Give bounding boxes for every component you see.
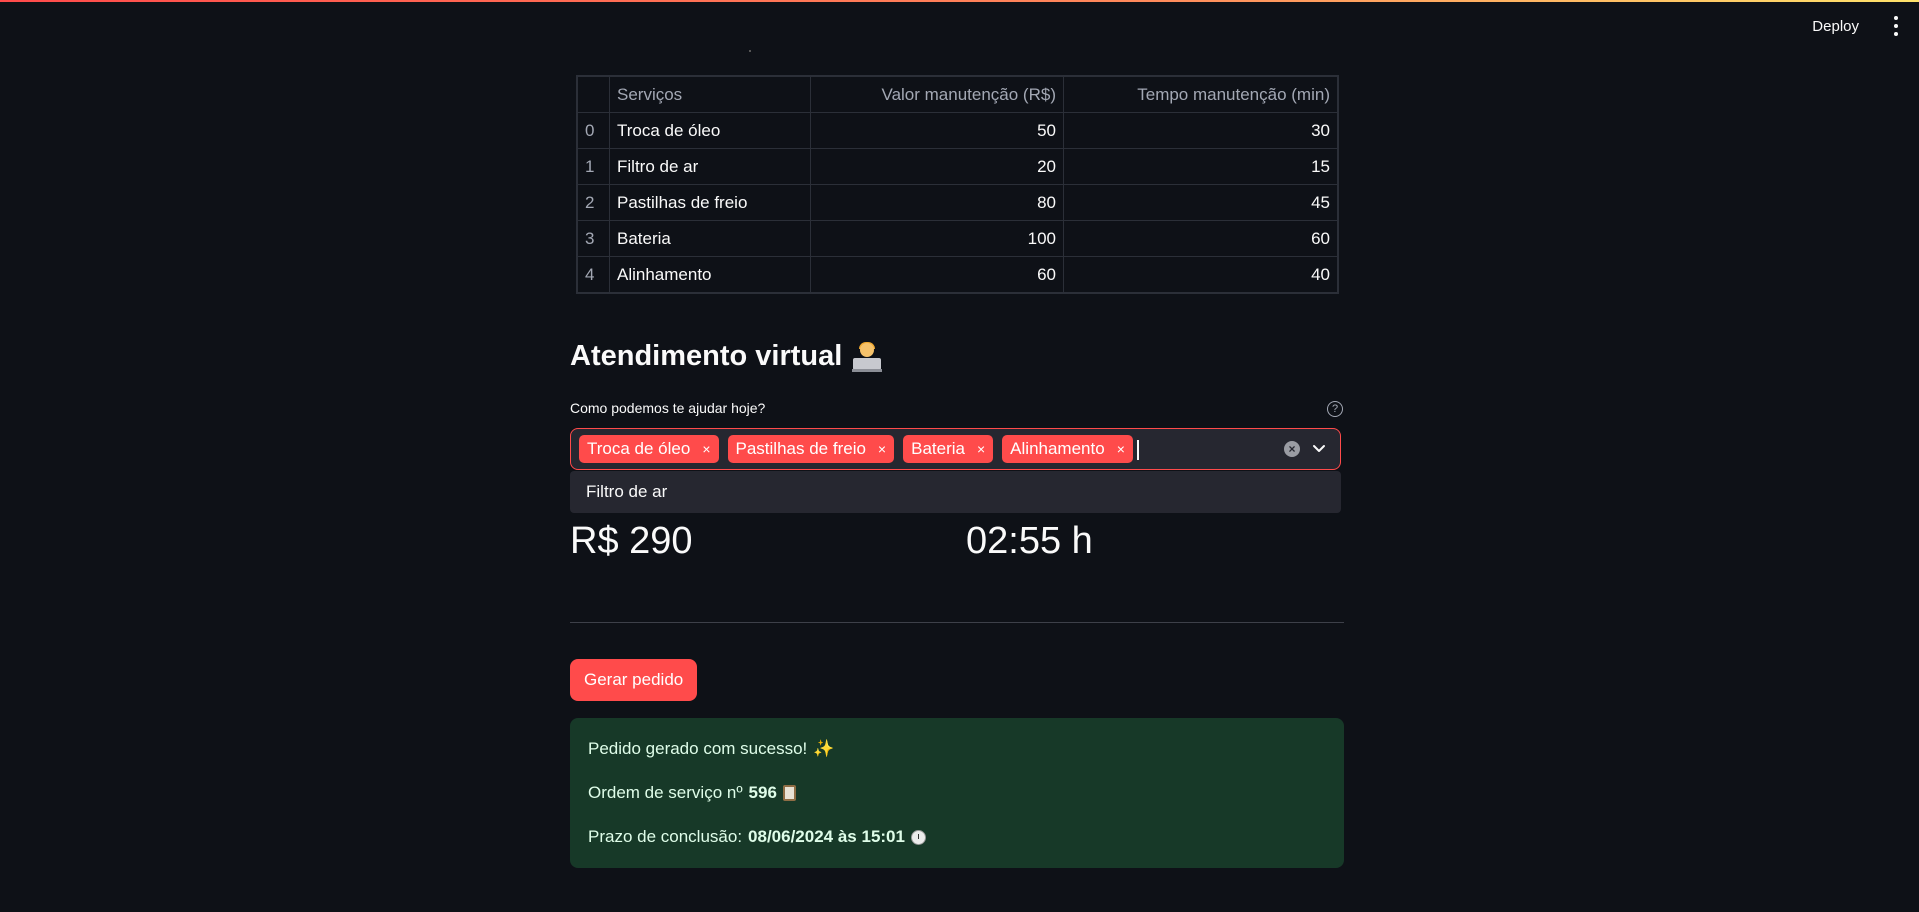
technologist-icon [852, 341, 883, 372]
app-header: Deploy [0, 0, 1919, 52]
selected-chip: Bateria × [903, 435, 994, 463]
row-service: Pastilhas de freio [609, 184, 811, 221]
deadline-line: Prazo de conclusão: 08/06/2024 às 15:01 [588, 827, 926, 847]
order-number: 596 [748, 783, 777, 802]
success-message: Pedido gerado com sucesso! [588, 739, 808, 758]
remove-chip-icon[interactable]: × [878, 441, 886, 457]
generate-order-button[interactable]: Gerar pedido [570, 659, 698, 701]
sparkles-icon: ✨ [813, 739, 835, 758]
table-row: 3 Bateria 100 60 [577, 220, 1338, 257]
row-index: 3 [577, 220, 610, 257]
selected-chip: Troca de óleo × [579, 435, 719, 463]
stray-dot [749, 50, 751, 52]
row-time: 45 [1063, 184, 1338, 221]
table-row: 0 Troca de óleo 50 30 [577, 112, 1338, 149]
chip-label: Pastilhas de freio [735, 439, 866, 458]
table-row: 4 Alinhamento 60 40 [577, 256, 1338, 293]
divider [570, 622, 1344, 623]
table-row: 2 Pastilhas de freio 80 45 [577, 184, 1338, 221]
deadline-label: Prazo de conclusão: [588, 827, 743, 846]
main-menu-icon[interactable] [1891, 16, 1901, 36]
index-header [577, 76, 610, 113]
dropdown-option[interactable]: Filtro de ar [586, 482, 667, 502]
selected-chip: Alinhamento × [1002, 435, 1133, 463]
row-index: 1 [577, 148, 610, 185]
remove-chip-icon[interactable]: × [977, 441, 985, 457]
section-title: Atendimento virtual [570, 340, 883, 373]
section-title-text: Atendimento virtual [570, 340, 843, 372]
remove-chip-icon[interactable]: × [1117, 441, 1125, 457]
row-index: 4 [577, 256, 610, 293]
row-value: 60 [810, 256, 1064, 293]
row-value: 50 [810, 112, 1064, 149]
row-service: Bateria [609, 220, 811, 257]
success-line: Pedido gerado com sucesso! ✨ [588, 739, 834, 759]
row-service: Filtro de ar [609, 148, 811, 185]
text-cursor [1137, 440, 1139, 460]
clipboard-icon [782, 785, 796, 801]
total-time-metric: 02:55 h [966, 520, 1093, 562]
clear-all-icon[interactable]: × [1284, 441, 1300, 457]
row-time: 40 [1063, 256, 1338, 293]
row-index: 0 [577, 112, 610, 149]
row-value: 80 [810, 184, 1064, 221]
row-time: 30 [1063, 112, 1338, 149]
order-line: Ordem de serviço nº 596 [588, 783, 796, 803]
success-alert: Pedido gerado com sucesso! ✨ Ordem de se… [570, 718, 1344, 868]
time-header: Tempo manutenção (min) [1063, 76, 1338, 113]
row-service: Troca de óleo [609, 112, 811, 149]
selected-chip: Pastilhas de freio × [727, 435, 895, 463]
table-header-row: Serviços Valor manutenção (R$) Tempo man… [577, 76, 1338, 113]
row-value: 100 [810, 220, 1064, 257]
services-header: Serviços [609, 76, 811, 113]
table-row: 1 Filtro de ar 20 15 [577, 148, 1338, 185]
value-header: Valor manutenção (R$) [810, 76, 1064, 113]
row-service: Alinhamento [609, 256, 811, 293]
chevron-down-icon[interactable] [1312, 441, 1326, 455]
services-multiselect[interactable]: Troca de óleo × Pastilhas de freio × Bat… [570, 428, 1341, 470]
help-icon[interactable]: ? [1327, 401, 1343, 417]
row-time: 60 [1063, 220, 1338, 257]
remove-chip-icon[interactable]: × [702, 441, 710, 457]
services-table: Serviços Valor manutenção (R$) Tempo man… [576, 75, 1339, 294]
deadline-value: 08/06/2024 às 15:01 [748, 827, 905, 846]
chip-label: Bateria [911, 439, 965, 458]
row-time: 15 [1063, 148, 1338, 185]
deploy-button[interactable]: Deploy [1806, 14, 1865, 39]
clock-icon [910, 829, 926, 845]
options-dropdown: Filtro de ar [570, 471, 1341, 513]
chip-label: Alinhamento [1010, 439, 1105, 458]
chip-label: Troca de óleo [587, 439, 691, 458]
multiselect-label: Como podemos te ajudar hoje? [570, 400, 766, 416]
total-value-metric: R$ 290 [570, 520, 693, 562]
row-index: 2 [577, 184, 610, 221]
order-label: Ordem de serviço nº [588, 783, 743, 802]
row-value: 20 [810, 148, 1064, 185]
